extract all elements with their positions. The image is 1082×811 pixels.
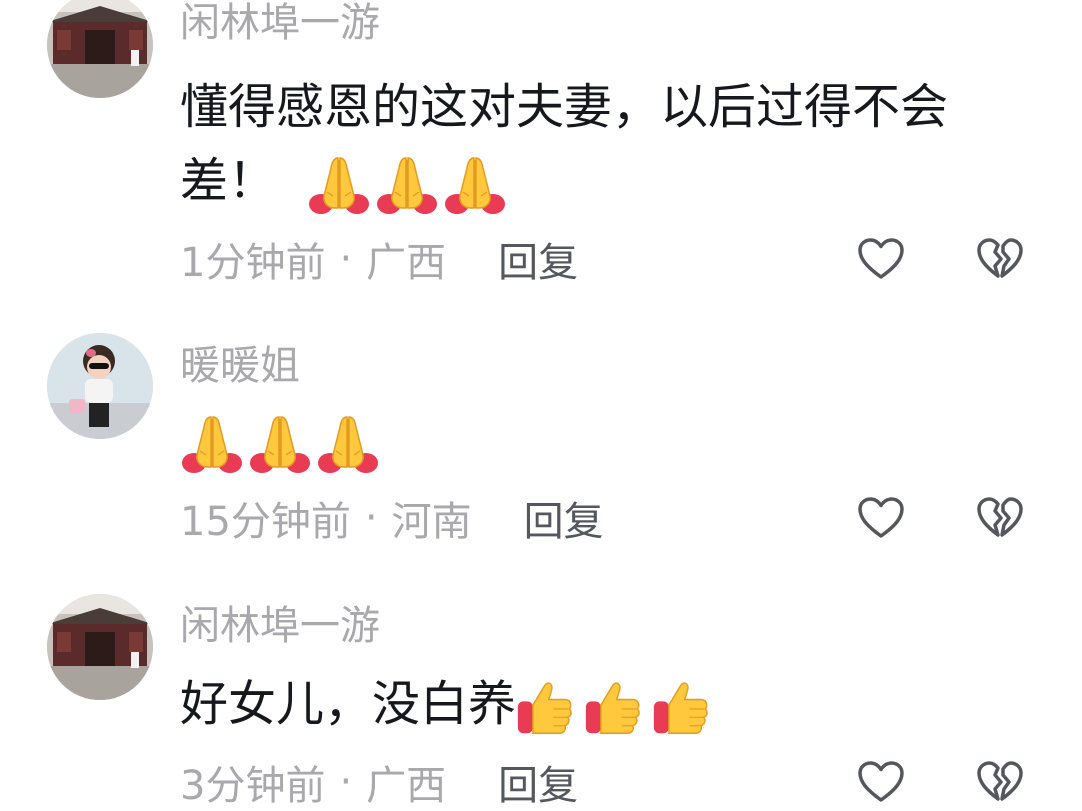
- user-avatar[interactable]: [47, 0, 153, 98]
- comment-text-body: 懂得感恩的这对夫妻，以后过得不会差！: [180, 79, 949, 209]
- comment-time: 1分钟前: [180, 240, 326, 286]
- comment-meta: 15分钟前 · 河南 回复: [180, 493, 604, 545]
- heart-outline-icon[interactable]: [857, 760, 905, 804]
- broken-heart-outline-icon[interactable]: [976, 496, 1024, 540]
- broken-heart-outline-icon[interactable]: [976, 237, 1024, 281]
- username[interactable]: 暖暖姐: [180, 343, 300, 389]
- thumbs-up-emoji: [516, 677, 576, 737]
- comment-meta: 3分钟前 · 广西 回复: [180, 757, 578, 809]
- heart-outline-icon[interactable]: [857, 237, 905, 281]
- heart-outline-icon[interactable]: [857, 496, 905, 540]
- meta-separator: ·: [339, 236, 353, 282]
- comment-location: 广西: [366, 240, 447, 286]
- comment-text: 懂得感恩的这对夫妻，以后过得不会差！: [180, 70, 1040, 218]
- folded-hands-emoji: [180, 411, 244, 475]
- avatar-image-child: [47, 333, 153, 439]
- broken-heart-outline-icon[interactable]: [976, 760, 1024, 804]
- folded-hands-emoji: [248, 411, 312, 475]
- comment-location: 广西: [366, 763, 447, 809]
- avatar-image-building: [47, 0, 153, 98]
- thumbs-up-emoji: [652, 677, 712, 737]
- comment-text: 好女儿，没白养: [180, 667, 1040, 741]
- meta-separator: ·: [339, 759, 353, 805]
- reply-button[interactable]: 回复: [524, 489, 604, 547]
- user-avatar[interactable]: [47, 333, 153, 439]
- username[interactable]: 闲林埠一游: [180, 0, 380, 46]
- folded-hands-emoji: [307, 152, 371, 216]
- meta-separator: ·: [364, 495, 378, 541]
- folded-hands-emoji: [443, 152, 507, 216]
- comment-time: 15分钟前: [180, 499, 351, 545]
- comment-meta: 1分钟前 · 广西 回复: [180, 234, 578, 286]
- comment-time: 3分钟前: [180, 763, 326, 809]
- comment-location: 河南: [391, 499, 472, 545]
- folded-hands-emoji: [375, 152, 439, 216]
- avatar-image-building: [47, 594, 153, 700]
- folded-hands-emoji: [316, 411, 380, 475]
- username[interactable]: 闲林埠一游: [180, 603, 380, 649]
- reply-button[interactable]: 回复: [498, 230, 578, 288]
- thumbs-up-emoji: [584, 677, 644, 737]
- comment-text-body: 好女儿，没白养: [180, 676, 517, 732]
- user-avatar[interactable]: [47, 594, 153, 700]
- reply-button[interactable]: 回复: [498, 753, 578, 811]
- comment-text: [180, 403, 1040, 477]
